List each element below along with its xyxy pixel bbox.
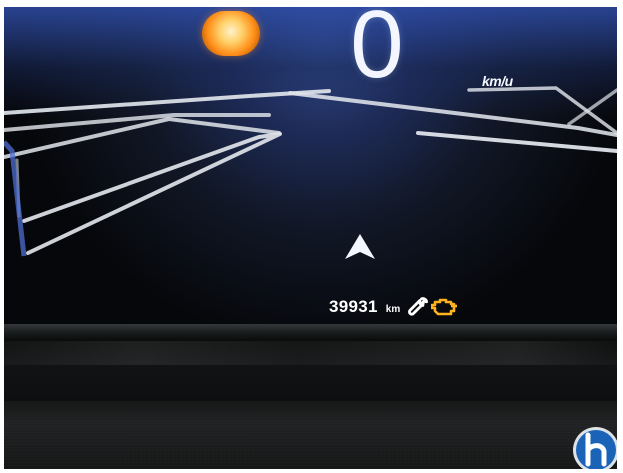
navigation-arrow-icon xyxy=(345,234,375,259)
road-line-right-lower xyxy=(416,131,617,153)
odometer-value: 39931 xyxy=(329,297,378,316)
road-line-right-diagonal xyxy=(467,86,617,135)
car-dashboard-photo: 0 km/u 39931 km xyxy=(4,7,617,469)
road-line-right-upper xyxy=(567,88,617,126)
road-line-top-right xyxy=(288,91,617,137)
lane-guidance-graphic xyxy=(4,86,617,257)
speed-value: 0 xyxy=(350,7,404,98)
orange-indicator-light xyxy=(202,11,260,56)
bezel-reflection xyxy=(4,341,617,365)
wrench-icon xyxy=(408,297,429,316)
engine-warning-icon xyxy=(431,298,458,316)
road-lane-left-diagonal xyxy=(22,132,282,255)
photo-frame: 0 km/u 39931 km xyxy=(0,0,623,473)
dashboard-texture xyxy=(4,412,617,469)
odometer-row: 39931 km xyxy=(329,296,458,318)
h-logo xyxy=(573,427,617,469)
road-line-top-left xyxy=(4,89,331,115)
left-blue-edge xyxy=(4,140,27,257)
speed-unit-label: km/u xyxy=(482,73,513,89)
screen-bezel xyxy=(4,324,617,341)
odometer-unit: km xyxy=(385,303,401,315)
instrument-cluster-screen: 0 km/u 39931 km xyxy=(4,7,617,324)
